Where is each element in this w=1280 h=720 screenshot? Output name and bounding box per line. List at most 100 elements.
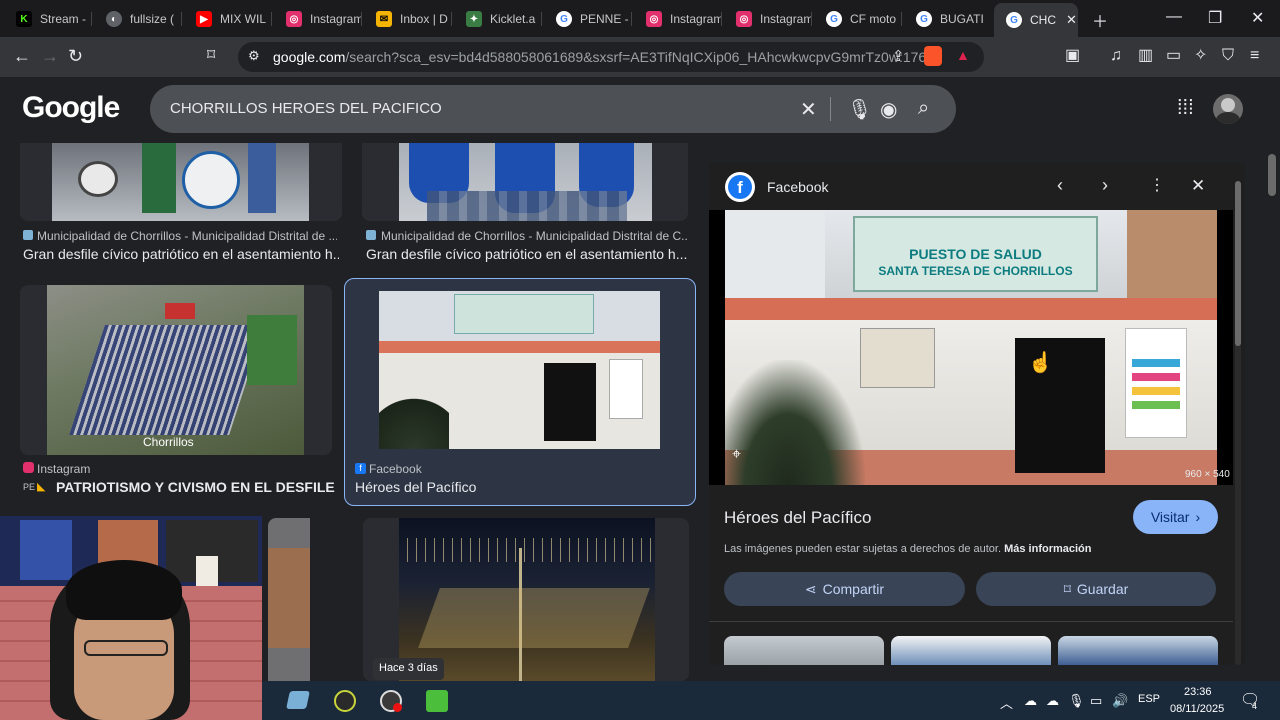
- related-image-3[interactable]: [1058, 636, 1218, 665]
- share-button[interactable]: ⋖ Compartir: [724, 572, 965, 606]
- time-badge: Hace 3 días: [373, 658, 444, 680]
- volume-icon[interactable]: 🔊: [1112, 693, 1128, 709]
- kick-icon: K: [16, 11, 32, 27]
- clock-time[interactable]: 23:36: [1184, 686, 1212, 698]
- tab-instagram-2[interactable]: ◎ Instagram: [634, 4, 722, 34]
- more-options-icon[interactable]: ⋮: [1149, 175, 1165, 195]
- media-icon[interactable]: ♫: [1110, 46, 1122, 66]
- tab-kicklet[interactable]: ✦ Kicklet.a: [454, 4, 542, 34]
- google-icon: G: [1006, 12, 1022, 28]
- result-source-2[interactable]: Municipalidad de Chorrillos - Municipali…: [381, 229, 687, 243]
- avatar[interactable]: [1213, 94, 1243, 124]
- onedrive-icon[interactable]: ☁: [1024, 693, 1037, 709]
- google-logo[interactable]: Google: [22, 91, 120, 125]
- preview-image[interactable]: PUESTO DE SALUD SANTA TERESA DE CHORRILL…: [709, 210, 1233, 485]
- window-close-icon[interactable]: ✕: [1251, 8, 1264, 28]
- clock-date[interactable]: 08/11/2025: [1170, 703, 1224, 715]
- instagram-icon: ◎: [286, 11, 302, 27]
- panel-title[interactable]: Héroes del Pacífico: [724, 508, 871, 528]
- new-tab-icon[interactable]: ＋: [1092, 8, 1108, 32]
- result-title-3[interactable]: PATRIOTISMO Y CIVISMO EN EL DESFILE E...: [56, 479, 336, 495]
- tray-chevron-icon[interactable]: ︿: [1000, 693, 1013, 712]
- tab-stream[interactable]: K Stream -: [4, 4, 92, 34]
- wallet-icon[interactable]: ▭: [1166, 46, 1181, 66]
- search-query[interactable]: CHORRILLOS HEROES DEL PACIFICO: [170, 100, 442, 117]
- url-text: google.com/search?sca_esv=bd4d5880580616…: [273, 49, 938, 65]
- language-indicator[interactable]: ESP: [1138, 693, 1160, 705]
- page-scrollbar-thumb[interactable]: [1268, 154, 1276, 196]
- sign-line-2: SANTA TERESA DE CHORRILLOS: [878, 264, 1073, 278]
- result-image-4[interactable]: [379, 291, 660, 449]
- search-icon[interactable]: ⌕: [918, 97, 929, 120]
- microphone-icon[interactable]: 🎙: [847, 97, 872, 122]
- maximize-icon[interactable]: ❐: [1208, 8, 1222, 28]
- bookmark-icon[interactable]: ⌑: [207, 46, 215, 66]
- tab-penne[interactable]: G PENNE -: [544, 4, 632, 34]
- related-image-2[interactable]: [891, 636, 1051, 665]
- result-source-3[interactable]: Instagram: [37, 462, 237, 476]
- tab-mix[interactable]: ▶ MIX WIL: [184, 4, 272, 34]
- close-panel-icon[interactable]: ✕: [1191, 176, 1205, 196]
- tab-cf-moto[interactable]: G CF moto: [814, 4, 902, 34]
- network-icon[interactable]: ▭: [1090, 693, 1102, 709]
- result-title-4[interactable]: Héroes del Pacífico: [355, 479, 685, 495]
- brave-shield-icon[interactable]: [924, 46, 942, 66]
- share-icon[interactable]: ⇪: [892, 47, 905, 65]
- tab-inbox[interactable]: ✉ Inbox | D: [364, 4, 452, 34]
- tab-bugati[interactable]: G BUGATI: [904, 4, 992, 34]
- visit-button[interactable]: Visitar ›: [1133, 500, 1218, 534]
- result-source-4[interactable]: Facebook: [369, 462, 569, 476]
- tab-instagram-3[interactable]: ◎ Instagram: [724, 4, 812, 34]
- result-image-2[interactable]: [362, 143, 688, 221]
- save-button[interactable]: ⌑ Guardar: [976, 572, 1216, 606]
- site-info-icon[interactable]: ⚙: [248, 48, 260, 64]
- search-box[interactable]: CHORRILLOS HEROES DEL PACIFICO ✕ 🎙 ◉ ⌕: [150, 85, 956, 133]
- prev-image-icon[interactable]: ‹: [1057, 175, 1063, 196]
- close-tab-icon[interactable]: ✕: [1066, 12, 1077, 28]
- app-icon[interactable]: [286, 691, 310, 709]
- tab-instagram-1[interactable]: ◎ Instagram: [274, 4, 362, 34]
- reload-icon[interactable]: ↻: [68, 46, 83, 66]
- next-image-icon[interactable]: ›: [1102, 175, 1108, 196]
- result-source-1[interactable]: Municipalidad de Chorrillos - Municipali…: [37, 229, 337, 243]
- panel-source[interactable]: Facebook: [767, 179, 828, 195]
- result-image-3[interactable]: Chorrillos: [20, 285, 332, 455]
- result-image-6[interactable]: Hace 3 días: [363, 518, 689, 681]
- brave-rewards-icon[interactable]: ▲: [956, 47, 970, 63]
- tab-fullsize[interactable]: ◐ fullsize (: [94, 4, 182, 34]
- minimize-icon[interactable]: —: [1166, 8, 1182, 26]
- lens-search-icon[interactable]: ⌖: [732, 446, 741, 464]
- result-title-1[interactable]: Gran desfile cívico patriótico en el ase…: [23, 246, 339, 262]
- microphone-icon[interactable]: 🎙: [1068, 693, 1085, 709]
- back-icon[interactable]: ←: [13, 46, 31, 66]
- address-bar[interactable]: ⚙ google.com/search?sca_esv=bd4d58805806…: [238, 42, 984, 72]
- page-scrollbar[interactable]: [1268, 150, 1276, 680]
- notification-icon[interactable]: 🗨: [1240, 690, 1260, 710]
- app-icon[interactable]: [334, 690, 356, 712]
- result-image-5[interactable]: [268, 518, 310, 681]
- result-image-1[interactable]: [20, 143, 342, 221]
- minecraft-icon[interactable]: [426, 690, 448, 712]
- sidebar-icon[interactable]: ▥: [1138, 46, 1153, 66]
- leo-ai-icon[interactable]: ✧: [1194, 46, 1207, 66]
- lens-icon[interactable]: ◉: [880, 97, 897, 122]
- clear-search-icon[interactable]: ✕: [800, 97, 817, 122]
- divider: [830, 97, 831, 121]
- result-title-2[interactable]: Gran desfile cívico patriótico en el ase…: [366, 246, 688, 262]
- reader-mode-icon[interactable]: ▣: [1065, 46, 1080, 66]
- panel-scrollbar[interactable]: [1235, 181, 1241, 665]
- menu-icon[interactable]: ≡: [1250, 46, 1259, 66]
- kicklet-icon: ✦: [466, 11, 482, 27]
- cloud-icon[interactable]: ☁: [1046, 693, 1059, 709]
- hand-cursor-icon: ☝: [1028, 352, 1053, 374]
- vpn-icon[interactable]: ⛉: [1222, 46, 1234, 66]
- result-prefix-3: PE: [23, 482, 36, 492]
- apps-grid-icon[interactable]: ⁞⁞⁞: [1177, 97, 1194, 120]
- forward-icon[interactable]: →: [41, 46, 59, 66]
- more-info-link[interactable]: Más información: [1004, 543, 1091, 555]
- tab-active-chc[interactable]: G CHC ✕: [994, 3, 1078, 37]
- related-image-1[interactable]: [724, 636, 884, 665]
- panel-scrollbar-thumb[interactable]: [1235, 181, 1241, 346]
- instagram-icon: ◎: [736, 11, 752, 27]
- facebook-icon: f: [355, 463, 366, 474]
